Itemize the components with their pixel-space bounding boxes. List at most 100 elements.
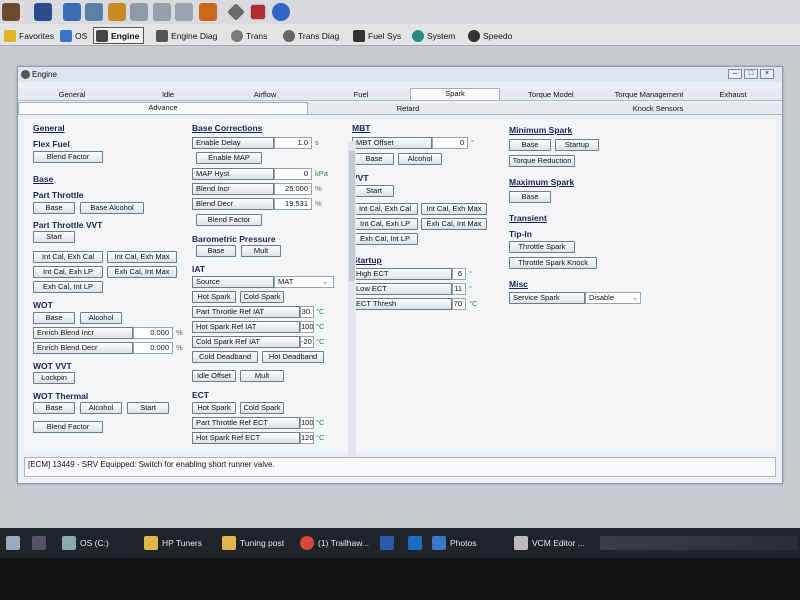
high-ect-label[interactable]: High ECT [352,268,452,280]
menu-engine[interactable]: Engine [93,27,145,44]
ect-thresh-label[interactable]: ECT Thresh [352,298,452,310]
pt-ref-iat-field[interactable]: 30 [300,306,314,318]
grid-icon[interactable] [153,3,171,21]
torque-reduction-button[interactable]: Torque Reduction [509,155,575,167]
menu-trans[interactable]: Trans [229,27,271,44]
menu-speedo[interactable]: Speedo [466,27,516,44]
pt-base-button[interactable]: Base [33,202,75,214]
taskbar-outlook[interactable] [404,532,426,554]
mbt-offset-label[interactable]: MBT Offset [352,137,432,149]
table-icon[interactable] [130,3,148,21]
mbt-offset-field[interactable]: 0 [432,137,468,149]
menu-favorites[interactable]: Favorites [2,27,58,44]
blend-decr-label[interactable]: Blend Decr [192,198,274,210]
idle-mult-button[interactable]: Mult [240,370,284,382]
tab-torque-management[interactable]: Torque Management [604,90,694,99]
pt-ref-iat-label[interactable]: Part Throttle Ref IAT [192,306,300,318]
cold-deadband-button[interactable]: Cold Deadband [192,351,258,363]
mbt-exh-cal-int-lp-button[interactable]: Exh Cal, Int LP [352,233,418,245]
flex-blend-factor-button[interactable]: Blend Factor [33,151,103,163]
blend-decr-field[interactable]: 19.531 [274,198,312,210]
wot-thermal-start-button[interactable]: Start [127,402,169,414]
save-icon[interactable] [34,3,52,21]
history-icon[interactable] [175,3,193,21]
menu-fuel-sys[interactable]: Fuel Sys [351,27,405,44]
pt-int-cal-exh-max-button[interactable]: Int Cal, Exh Max [107,251,177,263]
tab-fuel[interactable]: Fuel [343,90,379,99]
open-icon[interactable] [2,3,20,21]
cs-ref-iat-field[interactable]: -20 [300,336,314,348]
info-icon[interactable] [272,3,290,21]
mbt-vvt-start-button[interactable]: Start [354,185,394,197]
taskbar-hp-tuners[interactable]: HP Tuners [140,532,206,554]
ect-hot-spark-button[interactable]: Hot Spark [192,402,236,414]
os-info-icon[interactable] [63,3,81,21]
wot-vvt-lockpin-button[interactable]: Lockpin [33,372,75,384]
compare-icon[interactable] [85,3,103,21]
maximize-button[interactable]: □ [744,69,758,79]
enrich-blend-decr-field[interactable]: 0.000 [133,342,173,354]
ect-cold-spark-button[interactable]: Cold Spark [240,402,284,414]
pt-exh-cal-int-lp-button[interactable]: Exh Cal, Int LP [33,281,103,293]
base-blend-factor-button[interactable]: Blend Factor [196,214,262,226]
panel-scrollbar[interactable] [348,141,356,457]
throttle-spark-button[interactable]: Throttle Spark [509,241,575,253]
blend-incr-field[interactable]: 25.000 [274,183,312,195]
iat-cold-spark-button[interactable]: Cold Spark [240,291,284,303]
enable-delay-field[interactable]: 1.0 [274,137,312,149]
wot-thermal-blend-factor-button[interactable]: Blend Factor [33,421,103,433]
tab-exhaust[interactable]: Exhaust [711,90,755,99]
map-hyst-field[interactable]: 0 [274,168,312,180]
diamond-icon[interactable] [227,3,245,21]
wot-thermal-alcohol-button[interactable]: Alcohol [80,402,122,414]
enrich-blend-incr-field[interactable]: 0.000 [133,327,173,339]
task-view-button[interactable] [28,532,50,554]
idle-offset-button[interactable]: Idle Offset [192,370,236,382]
baro-base-button[interactable]: Base [196,245,236,257]
hs-ref-iat-field[interactable]: 100 [300,321,314,333]
pt-base-alcohol-button[interactable]: Base Alcohol [80,202,144,214]
hs-ref-iat-label[interactable]: Hot Spark Ref IAT [192,321,300,333]
close-button[interactable]: × [760,69,774,79]
tab-torque-model[interactable]: Torque Model [516,90,586,99]
taskbar-vcm-editor[interactable]: VCM Editor ... [510,532,589,554]
map-hyst-label[interactable]: MAP Hyst [192,168,274,180]
enable-map-button[interactable]: Enable MAP [196,152,262,164]
menu-os[interactable]: OS [58,27,91,44]
enable-delay-label[interactable]: Enable Delay [192,137,274,149]
tab-retard[interactable]: Retard [368,104,448,113]
tab-advance[interactable]: Advance [18,102,308,114]
low-ect-field[interactable]: 11 [452,283,466,295]
menu-system[interactable]: System [410,27,459,44]
tab-airflow[interactable]: Airflow [243,90,287,99]
blend-incr-label[interactable]: Blend Incr [192,183,274,195]
taskbar-os-c[interactable]: OS (C:) [58,532,113,554]
min-spark-base-button[interactable]: Base [509,139,551,151]
minimize-button[interactable]: – [728,69,742,79]
tool-icon[interactable] [250,4,266,20]
menu-engine-diag[interactable]: Engine Diag [154,27,221,44]
wot-thermal-base-button[interactable]: Base [33,402,75,414]
tab-spark[interactable]: Spark [410,88,500,100]
throttle-spark-knock-button[interactable]: Throttle Spark Knock [509,257,597,269]
start-button[interactable] [2,532,24,554]
chevron-down-icon[interactable]: ⌄ [322,276,328,288]
mbt-base-button[interactable]: Base [354,153,394,165]
taskbar-photos[interactable]: Photos [428,532,480,554]
baro-mult-button[interactable]: Mult [241,245,281,257]
service-spark-chevron-icon[interactable]: ⌄ [632,292,638,304]
enrich-blend-incr-label[interactable]: Enrich Blend Incr [33,327,133,339]
pt-ref-ect-field[interactable]: 100 [300,417,314,429]
taskbar-word[interactable] [376,532,398,554]
pt-int-cal-exh-cal-button[interactable]: Int Cal, Exh Cal [33,251,103,263]
tab-idle[interactable]: Idle [148,90,188,99]
mbt-int-cal-exh-cal-button[interactable]: Int Cal, Exh Cal [352,203,418,215]
hs-ref-ect-field[interactable]: 120 [300,432,314,444]
mbt-int-cal-exh-max-button[interactable]: Int Cal, Exh Max [421,203,487,215]
taskbar-tuning-post[interactable]: Tuning post [218,532,288,554]
cs-ref-iat-label[interactable]: Cold Spark Ref IAT [192,336,300,348]
menu-trans-diag[interactable]: Trans Diag [281,27,343,44]
pt-int-cal-exh-lp-button[interactable]: Int Cal, Exh LP [33,266,103,278]
tab-knock-sensors[interactable]: Knock Sensors [613,104,703,113]
sync-icon[interactable] [199,3,217,21]
